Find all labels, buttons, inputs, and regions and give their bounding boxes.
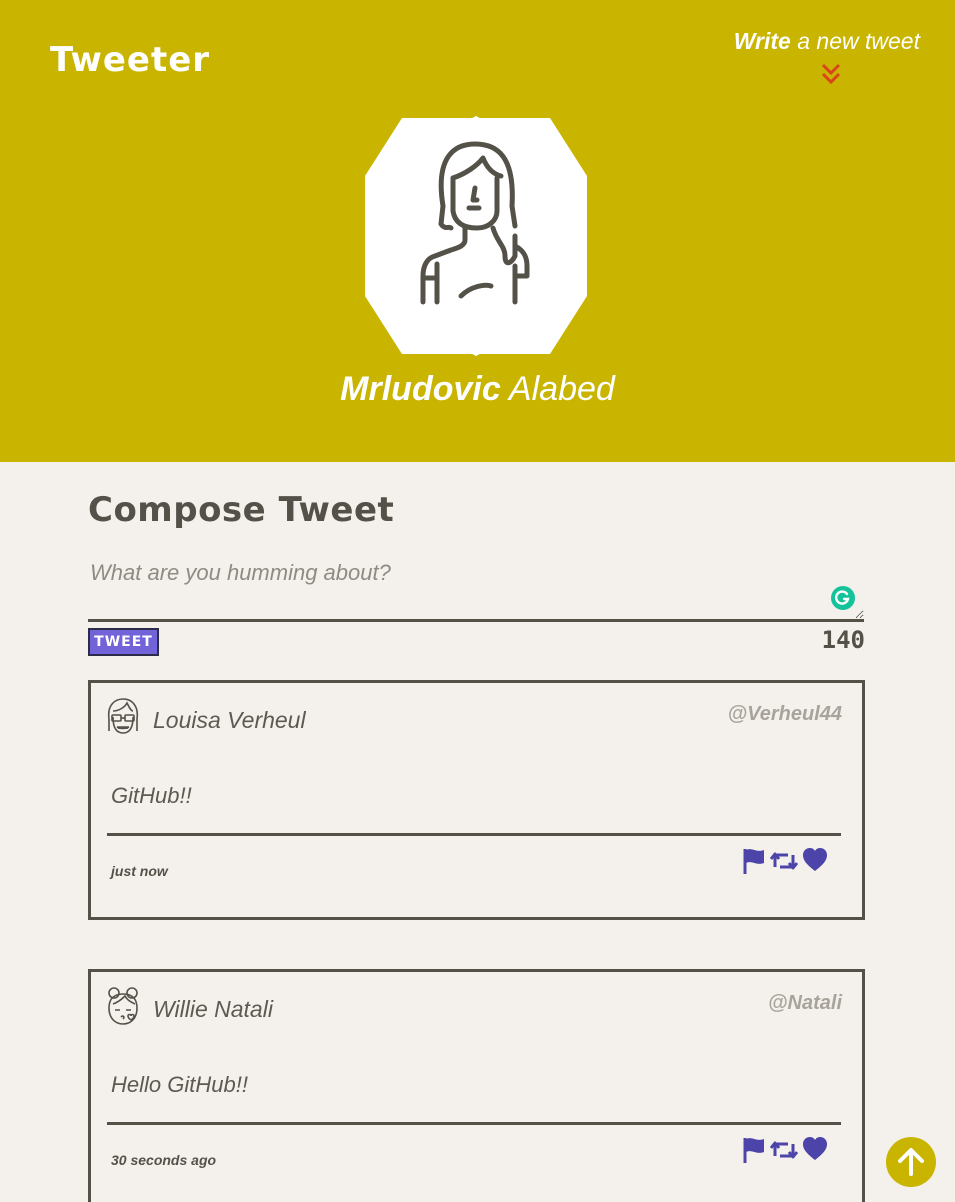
- arrow-up-icon: [898, 1148, 924, 1176]
- character-counter: 140: [821, 626, 865, 654]
- heart-icon[interactable]: [802, 847, 828, 873]
- flag-icon[interactable]: [742, 1136, 766, 1164]
- tweet-author-name: Willie Natali: [153, 996, 273, 1022]
- retweet-icon[interactable]: [770, 1136, 798, 1164]
- compose-title: Compose Tweet: [88, 490, 395, 530]
- brand-logo[interactable]: Tweeter: [50, 40, 210, 80]
- profile-first-name: Mrludovic: [340, 370, 501, 408]
- chevron-double-down-icon: [821, 63, 841, 85]
- flag-icon[interactable]: [742, 847, 766, 875]
- tweet-author-handle[interactable]: @Verheul44: [728, 703, 842, 726]
- tweet-actions: [742, 1136, 832, 1164]
- write-toggle-label: a new tweet: [790, 28, 920, 54]
- grammarly-icon[interactable]: [831, 586, 855, 610]
- tweet-text: Hello GitHub!!: [111, 1072, 248, 1097]
- tweet-timestamp: just now: [111, 863, 168, 879]
- tweet-divider: [107, 1122, 841, 1125]
- heart-icon[interactable]: [802, 1136, 828, 1162]
- tweet-submit-button[interactable]: TWEET: [88, 628, 159, 656]
- retweet-icon[interactable]: [770, 847, 798, 875]
- tweet-card: Willie Natali @Natali Hello GitHub!! 30 …: [88, 969, 865, 1202]
- profile-name: Mrludovic Alabed: [0, 370, 955, 409]
- profile-header: Tweeter Write a new tweet Mrludovic Alab…: [0, 0, 955, 462]
- tweet-actions: [742, 847, 832, 875]
- compose-tweet-input[interactable]: [88, 560, 864, 622]
- tweet-author-handle[interactable]: @Natali: [768, 992, 842, 1015]
- scroll-to-top-button[interactable]: [886, 1137, 936, 1187]
- tweet-text: GitHub!!: [111, 783, 192, 808]
- profile-avatar: [365, 116, 587, 356]
- tweet-timestamp: 30 seconds ago: [111, 1152, 217, 1168]
- user-avatar-icon: [107, 698, 139, 734]
- write-new-tweet-toggle[interactable]: Write a new tweet: [720, 28, 920, 85]
- user-avatar-icon: [108, 987, 138, 1025]
- tweet-author-name: Louisa Verheul: [153, 707, 306, 733]
- tweet-card: Louisa Verheul @Verheul44 GitHub!! just …: [88, 680, 865, 920]
- write-toggle-strong: Write: [733, 28, 791, 54]
- profile-last-name: Alabed: [500, 370, 615, 408]
- tweet-divider: [107, 833, 841, 836]
